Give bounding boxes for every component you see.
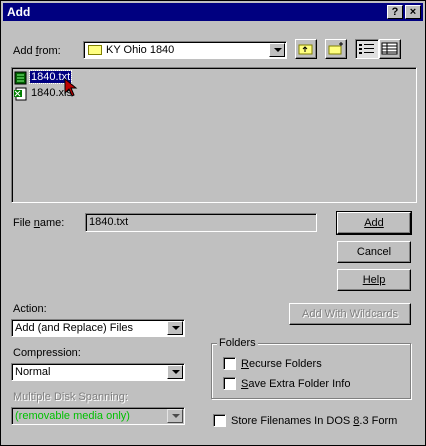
add-from-dropdown[interactable]: KY Ohio 1840 [83, 41, 287, 59]
action-label: Action: [13, 303, 47, 315]
new-folder-button[interactable] [325, 39, 347, 59]
chevron-down-icon[interactable] [269, 43, 285, 57]
new-folder-icon [328, 42, 343, 55]
compression-dropdown[interactable]: Normal [11, 363, 185, 381]
excel-file-icon [14, 87, 27, 101]
file-list[interactable]: 1840.txt 1840.xls [11, 67, 417, 203]
folders-group-label: Folders [217, 337, 258, 349]
spanning-label: Multiple Disk Spanning: [13, 391, 128, 403]
file-name-input[interactable]: 1840.txt [85, 213, 317, 232]
file-name-value: 1840.txt [89, 216, 129, 228]
add-from-label: Add from: [13, 45, 61, 57]
spanning-value: (removable media only) [15, 410, 130, 422]
help-question-button[interactable]: ? [387, 5, 403, 19]
save-extra-folder-info-checkbox[interactable] [223, 377, 236, 390]
list-view-button[interactable] [355, 39, 379, 59]
details-view-button[interactable] [379, 39, 401, 59]
list-view-icon [359, 44, 374, 54]
window-title: Add [7, 5, 31, 19]
recurse-folders-checkbox[interactable] [223, 357, 236, 370]
close-button[interactable]: × [405, 5, 421, 19]
mouse-cursor-icon [64, 78, 78, 97]
cancel-button[interactable]: Cancel [337, 241, 411, 263]
details-view-icon [381, 42, 398, 55]
dos-83-label: Store Filenames In DOS 8.3 Form [231, 415, 398, 427]
folders-group [211, 343, 411, 399]
compression-value: Normal [15, 366, 51, 378]
chevron-down-icon[interactable] [167, 321, 183, 335]
action-dropdown[interactable]: Add (and Replace) Files [11, 319, 185, 337]
up-one-level-button[interactable] [295, 39, 317, 59]
chevron-down-icon[interactable] [167, 365, 183, 379]
add-from-value: KY Ohio 1840 [106, 44, 175, 56]
title-bar[interactable]: Add ? × [3, 3, 423, 21]
compression-label: Compression: [13, 347, 81, 359]
file-name-label: File name: [13, 217, 65, 229]
folder-icon [88, 45, 102, 55]
up-folder-icon [298, 44, 313, 55]
add-with-wildcards-button[interactable]: Add With Wildcards [289, 303, 411, 325]
help-button[interactable]: Help [337, 269, 411, 291]
text-file-icon [14, 71, 27, 85]
save-extra-folder-info-label: Save Extra Folder Info [241, 378, 351, 390]
add-button[interactable]: Add [336, 211, 412, 235]
spanning-dropdown[interactable]: (removable media only) [11, 407, 185, 425]
dos-83-checkbox[interactable] [213, 414, 226, 427]
chevron-down-icon[interactable] [167, 409, 183, 423]
action-value: Add (and Replace) Files [15, 322, 134, 334]
add-dialog: Add ? × Add from: KY Ohio 1840 1840.txt … [0, 0, 426, 446]
recurse-folders-label: Recurse Folders [241, 358, 322, 370]
